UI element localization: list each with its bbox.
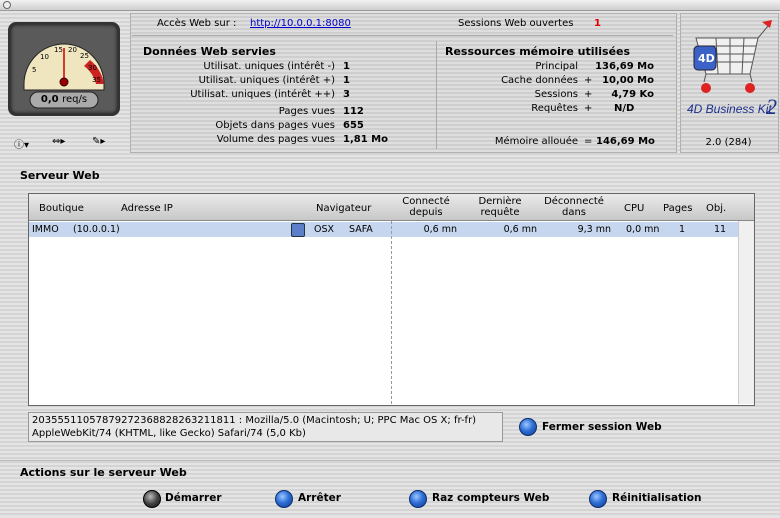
- memory-label: Sessions: [534, 89, 578, 100]
- stop-button[interactable]: Arrêter: [298, 492, 341, 504]
- column-header-disconnect[interactable]: Déconnecté dans: [539, 196, 609, 218]
- column-header-browser[interactable]: Navigateur: [316, 203, 371, 214]
- svg-text:20: 20: [68, 46, 77, 54]
- cell-objects: 11: [714, 224, 727, 235]
- stat-value: 1: [343, 61, 350, 72]
- window-titlebar: [0, 0, 780, 11]
- reset-counters-button[interactable]: Raz compteurs Web: [432, 492, 549, 504]
- access-label: Accès Web sur :: [157, 18, 237, 29]
- memory-value: 4,79 Ko: [611, 89, 654, 100]
- column-header-disc-line2: dans: [561, 207, 587, 218]
- product-name: 4D Business Kit: [687, 102, 772, 116]
- memory-op: +: [584, 103, 593, 114]
- tools-wrench-icon[interactable]: ✎▸: [92, 136, 105, 147]
- data-served-title: Données Web servies: [143, 45, 276, 58]
- cell-ip: (10.0.0.1): [73, 224, 120, 235]
- access-url-link[interactable]: http://10.0.0.1:8080: [250, 18, 351, 29]
- cell-disconnect: 9,3 mn: [577, 224, 611, 235]
- column-header-ip[interactable]: Adresse IP: [121, 203, 173, 214]
- stat-value: 112: [343, 106, 364, 117]
- navigation-arrows-icon[interactable]: ⇔▸: [52, 136, 65, 147]
- svg-text:35: 35: [92, 76, 101, 84]
- cell-pages: 1: [679, 224, 686, 235]
- column-separator: [391, 221, 393, 404]
- allocated-op: =: [584, 136, 593, 147]
- reinit-button-icon[interactable]: [589, 490, 607, 508]
- cell-browser: SAFA: [349, 224, 373, 235]
- start-button[interactable]: Démarrer: [165, 492, 222, 504]
- close-box-icon[interactable]: [3, 1, 11, 9]
- stop-button-icon[interactable]: [275, 490, 293, 508]
- user-agent-line1: 20355511057879272368828263211811 : Mozil…: [32, 415, 477, 426]
- column-header-last-line2: requête: [480, 207, 520, 218]
- svg-text:15: 15: [54, 46, 63, 54]
- sessions-label: Sessions Web ouvertes: [458, 18, 574, 29]
- memory-value: 10,00 Mo: [602, 75, 654, 86]
- allocated-label: Mémoire allouée: [494, 136, 578, 147]
- memory-value: 136,69 Mo: [595, 61, 654, 72]
- column-header-last-line1: Dernière: [478, 196, 522, 207]
- start-button-icon[interactable]: [143, 490, 161, 508]
- column-header-connected-line1: Connecté: [402, 196, 450, 207]
- stat-value: 655: [343, 120, 364, 131]
- product-version-digit: 2: [766, 94, 777, 119]
- column-header-objects[interactable]: Obj.: [706, 203, 726, 214]
- memory-label: Cache données: [501, 75, 578, 86]
- cell-cpu: 0,0 mn: [626, 224, 660, 235]
- svg-text:10: 10: [40, 53, 49, 61]
- reset-counters-button-icon[interactable]: [409, 490, 427, 508]
- cell-os: OSX: [314, 224, 335, 235]
- column-header-cpu[interactable]: CPU: [624, 203, 644, 214]
- svg-text:25: 25: [80, 52, 89, 60]
- user-agent-field: 20355511057879272368828263211811 : Mozil…: [28, 412, 503, 442]
- svg-text:5: 5: [32, 66, 36, 74]
- svg-text:4D: 4D: [698, 52, 715, 65]
- svg-text:30: 30: [88, 64, 97, 72]
- column-header-last-request[interactable]: Dernière requête: [469, 196, 531, 218]
- panel-divider: [436, 41, 437, 149]
- shopping-cart-logo-icon: 4D: [693, 20, 772, 93]
- column-header-connected-line2: depuis: [409, 207, 443, 218]
- stat-value: 3: [343, 89, 350, 100]
- close-session-button[interactable]: Fermer session Web: [542, 421, 662, 433]
- stat-label: Objets dans pages vues: [215, 120, 335, 131]
- stat-label: Volume des pages vues: [216, 134, 335, 145]
- user-agent-line2: AppleWebKit/74 (KHTML, like Gecko) Safar…: [32, 428, 306, 439]
- stat-value: 1,81 Mo: [343, 134, 388, 145]
- column-header-disc-line1: Déconnecté: [544, 196, 604, 207]
- memory-title: Ressources mémoire utilisées: [445, 45, 631, 58]
- version-label: 2.0 (284): [705, 137, 752, 148]
- close-session-button-icon[interactable]: [519, 418, 537, 436]
- info-menu-icon[interactable]: ⓘ▾: [14, 136, 29, 151]
- cell-shop: IMMO: [32, 224, 59, 235]
- memory-label: Principal: [535, 61, 578, 72]
- stat-label: Utilisat. uniques (intérêt ++): [190, 89, 335, 100]
- column-header-pages[interactable]: Pages: [663, 203, 692, 214]
- cell-last-request: 0,6 mn: [503, 224, 537, 235]
- reinit-button[interactable]: Réinitialisation: [612, 492, 701, 504]
- stat-value: 1: [343, 75, 350, 86]
- gauge-unit: req/s: [62, 94, 88, 105]
- stat-label: Utilisat. uniques (intérêt -): [203, 61, 335, 72]
- header-divider: [132, 35, 673, 36]
- stat-label: Utilisat. uniques (intérêt +): [198, 75, 335, 86]
- gauge-value: 0,0: [40, 94, 59, 105]
- actions-title: Actions sur le serveur Web: [20, 466, 187, 479]
- stat-label: Pages vues: [278, 106, 335, 117]
- requests-gauge: 5 10 15 20 25 30 35 0,0 req/s: [8, 22, 120, 116]
- sessions-table: Boutique Adresse IP Navigateur Connecté …: [28, 193, 755, 406]
- column-header-connected[interactable]: Connecté depuis: [395, 196, 457, 218]
- sessions-count: 1: [594, 18, 601, 29]
- server-section-title: Serveur Web: [20, 169, 100, 182]
- column-header-shop[interactable]: Boutique: [39, 203, 84, 214]
- table-scrollbar[interactable]: [738, 221, 754, 404]
- gauge-readout: 0,0 req/s: [30, 92, 98, 108]
- mac-finder-icon: [291, 223, 305, 237]
- memory-value: N/D: [614, 103, 635, 114]
- cell-connected: 0,6 mn: [423, 224, 457, 235]
- allocated-value: 146,69 Mo: [596, 136, 655, 147]
- memory-label: Requêtes: [531, 103, 578, 114]
